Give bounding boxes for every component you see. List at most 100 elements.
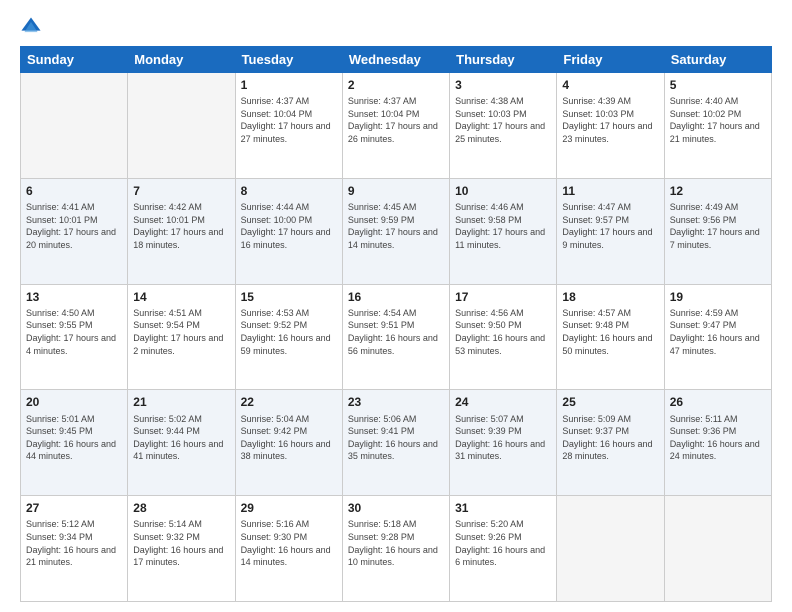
calendar-cell: 2 Sunrise: 4:37 AM Sunset: 10:04 PM Dayli… [342,73,449,179]
calendar-week-row: 27 Sunrise: 5:12 AM Sunset: 9:34 PM Dayli… [21,496,772,602]
calendar-cell: 8 Sunrise: 4:44 AM Sunset: 10:00 PM Dayli… [235,178,342,284]
day-number: 24 [455,394,551,410]
day-info: Sunrise: 5:09 AM Sunset: 9:37 PM Dayligh… [562,413,658,463]
day-info: Sunrise: 5:16 AM Sunset: 9:30 PM Dayligh… [241,518,337,568]
day-info: Sunrise: 4:38 AM Sunset: 10:03 PM Daylig… [455,95,551,145]
day-info: Sunrise: 5:11 AM Sunset: 9:36 PM Dayligh… [670,413,766,463]
day-info: Sunrise: 4:41 AM Sunset: 10:01 PM Daylig… [26,201,122,251]
day-number: 14 [133,289,229,305]
calendar-cell: 24 Sunrise: 5:07 AM Sunset: 9:39 PM Dayli… [450,390,557,496]
calendar-cell: 28Sunrise: 5:14 AM Sunset: 9:32 PM Dayli… [128,496,235,602]
calendar-cell [128,73,235,179]
calendar-week-row: 1 Sunrise: 4:37 AM Sunset: 10:04 PM Dayli… [21,73,772,179]
calendar-cell [21,73,128,179]
calendar-day-header: Sunday [21,47,128,73]
day-info: Sunrise: 4:47 AM Sunset: 9:57 PM Dayligh… [562,201,658,251]
day-number: 25 [562,394,658,410]
day-number: 5 [670,77,766,93]
calendar-cell [664,496,771,602]
day-number: 17 [455,289,551,305]
day-info: Sunrise: 4:42 AM Sunset: 10:01 PM Daylig… [133,201,229,251]
header [20,16,772,38]
calendar-cell: 1 Sunrise: 4:37 AM Sunset: 10:04 PM Dayli… [235,73,342,179]
day-number: 19 [670,289,766,305]
calendar-cell: 29 Sunrise: 5:16 AM Sunset: 9:30 PM Dayli… [235,496,342,602]
day-info: Sunrise: 4:49 AM Sunset: 9:56 PM Dayligh… [670,201,766,251]
calendar-cell: 16Sunrise: 4:54 AM Sunset: 9:51 PM Dayli… [342,284,449,390]
calendar-day-header: Friday [557,47,664,73]
day-info: Sunrise: 4:45 AM Sunset: 9:59 PM Dayligh… [348,201,444,251]
day-info: Sunrise: 4:59 AM Sunset: 9:47 PM Dayligh… [670,307,766,357]
day-info: Sunrise: 5:04 AM Sunset: 9:42 PM Dayligh… [241,413,337,463]
day-info: Sunrise: 4:39 AM Sunset: 10:03 PM Daylig… [562,95,658,145]
day-number: 9 [348,183,444,199]
calendar-week-row: 20Sunrise: 5:01 AM Sunset: 9:45 PM Dayli… [21,390,772,496]
calendar-cell: 7 Sunrise: 4:42 AM Sunset: 10:01 PM Dayli… [128,178,235,284]
day-number: 21 [133,394,229,410]
calendar-cell: 22 Sunrise: 5:04 AM Sunset: 9:42 PM Dayli… [235,390,342,496]
calendar-cell: 19 Sunrise: 4:59 AM Sunset: 9:47 PM Dayli… [664,284,771,390]
day-number: 13 [26,289,122,305]
calendar-cell: 11 Sunrise: 4:47 AM Sunset: 9:57 PM Dayli… [557,178,664,284]
day-number: 15 [241,289,337,305]
day-info: Sunrise: 5:18 AM Sunset: 9:28 PM Dayligh… [348,518,444,568]
day-number: 3 [455,77,551,93]
day-info: Sunrise: 5:06 AM Sunset: 9:41 PM Dayligh… [348,413,444,463]
day-number: 7 [133,183,229,199]
day-number: 10 [455,183,551,199]
day-info: Sunrise: 4:56 AM Sunset: 9:50 PM Dayligh… [455,307,551,357]
page: SundayMondayTuesdayWednesdayThursdayFrid… [0,0,792,612]
day-info: Sunrise: 4:37 AM Sunset: 10:04 PM Daylig… [241,95,337,145]
day-number: 31 [455,500,551,516]
day-info: Sunrise: 5:02 AM Sunset: 9:44 PM Dayligh… [133,413,229,463]
calendar-cell: 30 Sunrise: 5:18 AM Sunset: 9:28 PM Dayli… [342,496,449,602]
day-number: 8 [241,183,337,199]
calendar-cell: 20Sunrise: 5:01 AM Sunset: 9:45 PM Dayli… [21,390,128,496]
calendar-day-header: Saturday [664,47,771,73]
day-info: Sunrise: 4:44 AM Sunset: 10:00 PM Daylig… [241,201,337,251]
calendar-cell: 17 Sunrise: 4:56 AM Sunset: 9:50 PM Dayli… [450,284,557,390]
logo-icon [20,16,42,38]
calendar-cell: 5Sunrise: 4:40 AM Sunset: 10:02 PM Dayli… [664,73,771,179]
day-number: 11 [562,183,658,199]
logo [20,16,46,38]
calendar-cell: 18 Sunrise: 4:57 AM Sunset: 9:48 PM Dayli… [557,284,664,390]
calendar-cell: 10 Sunrise: 4:46 AM Sunset: 9:58 PM Dayli… [450,178,557,284]
day-number: 28 [133,500,229,516]
calendar-cell: 13Sunrise: 4:50 AM Sunset: 9:55 PM Dayli… [21,284,128,390]
calendar-cell: 4Sunrise: 4:39 AM Sunset: 10:03 PM Dayli… [557,73,664,179]
day-number: 30 [348,500,444,516]
day-number: 27 [26,500,122,516]
day-info: Sunrise: 4:51 AM Sunset: 9:54 PM Dayligh… [133,307,229,357]
calendar-cell: 9 Sunrise: 4:45 AM Sunset: 9:59 PM Daylig… [342,178,449,284]
calendar-cell: 3 Sunrise: 4:38 AM Sunset: 10:03 PM Dayli… [450,73,557,179]
day-number: 23 [348,394,444,410]
day-info: Sunrise: 4:54 AM Sunset: 9:51 PM Dayligh… [348,307,444,357]
day-info: Sunrise: 4:37 AM Sunset: 10:04 PM Daylig… [348,95,444,145]
calendar-cell: 14 Sunrise: 4:51 AM Sunset: 9:54 PM Dayli… [128,284,235,390]
calendar-cell: 15 Sunrise: 4:53 AM Sunset: 9:52 PM Dayli… [235,284,342,390]
day-info: Sunrise: 4:57 AM Sunset: 9:48 PM Dayligh… [562,307,658,357]
calendar-day-header: Monday [128,47,235,73]
calendar-cell: 23 Sunrise: 5:06 AM Sunset: 9:41 PM Dayli… [342,390,449,496]
calendar-cell: 25 Sunrise: 5:09 AM Sunset: 9:37 PM Dayli… [557,390,664,496]
day-number: 2 [348,77,444,93]
day-info: Sunrise: 5:12 AM Sunset: 9:34 PM Dayligh… [26,518,122,568]
calendar-week-row: 13Sunrise: 4:50 AM Sunset: 9:55 PM Dayli… [21,284,772,390]
calendar-day-header: Wednesday [342,47,449,73]
day-info: Sunrise: 4:53 AM Sunset: 9:52 PM Dayligh… [241,307,337,357]
calendar-cell: 12 Sunrise: 4:49 AM Sunset: 9:56 PM Dayli… [664,178,771,284]
day-info: Sunrise: 5:01 AM Sunset: 9:45 PM Dayligh… [26,413,122,463]
day-number: 1 [241,77,337,93]
day-number: 12 [670,183,766,199]
calendar-cell: 26Sunrise: 5:11 AM Sunset: 9:36 PM Dayli… [664,390,771,496]
day-info: Sunrise: 5:07 AM Sunset: 9:39 PM Dayligh… [455,413,551,463]
calendar-day-header: Tuesday [235,47,342,73]
day-number: 18 [562,289,658,305]
day-info: Sunrise: 4:46 AM Sunset: 9:58 PM Dayligh… [455,201,551,251]
calendar-cell: 21 Sunrise: 5:02 AM Sunset: 9:44 PM Dayli… [128,390,235,496]
day-number: 6 [26,183,122,199]
day-number: 29 [241,500,337,516]
calendar-table: SundayMondayTuesdayWednesdayThursdayFrid… [20,46,772,602]
day-number: 22 [241,394,337,410]
